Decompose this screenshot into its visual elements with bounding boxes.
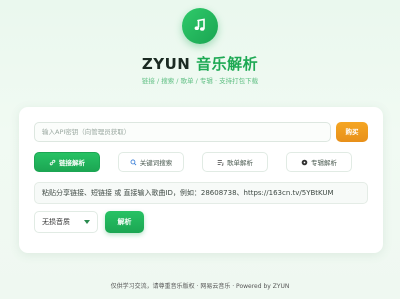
logo-badge xyxy=(182,8,218,44)
share-link-input[interactable]: 粘贴分享链接、短链接 或 直接输入歌曲ID，例如：28608738、https:… xyxy=(34,182,368,204)
tab-label: 歌单解析 xyxy=(227,159,253,167)
footer-text: 仅供学习交流，请尊重音乐版权 · 网易云音乐 · Powered by ZYUN xyxy=(110,283,290,290)
tab-link-parse[interactable]: 链接解析 xyxy=(34,152,100,172)
brand-name: ZYUN xyxy=(141,55,191,73)
parse-button[interactable]: 解析 xyxy=(105,211,144,233)
brand-suffix: 音乐解析 xyxy=(196,55,259,73)
quality-selected: 无损音质 xyxy=(42,218,70,226)
tagline: 链接 / 搜索 / 歌单 / 专辑 · 支持打包下载 xyxy=(141,77,259,85)
parser-card: 输入API密钥（向管理员获取） 购买 链接解析 关键词搜索 歌单解析 专辑解析 … xyxy=(19,107,383,253)
page-title: ZYUN 音乐解析 xyxy=(0,53,400,74)
tab-label: 链接解析 xyxy=(59,159,85,167)
quality-select[interactable]: 无损音质 xyxy=(34,211,98,233)
tab-album-parse[interactable]: 专辑解析 xyxy=(286,152,352,172)
link-icon xyxy=(49,159,56,165)
tab-keyword-search[interactable]: 关键词搜索 xyxy=(118,152,184,172)
chevron-down-icon xyxy=(84,220,90,224)
tab-label: 专辑解析 xyxy=(311,159,337,167)
buy-button[interactable]: 购买 xyxy=(336,122,368,142)
api-key-input[interactable]: 输入API密钥（向管理员获取） xyxy=(34,122,331,142)
tab-playlist-parse[interactable]: 歌单解析 xyxy=(202,152,268,172)
album-disc-icon xyxy=(301,159,308,165)
search-icon xyxy=(130,159,137,165)
music-note-icon xyxy=(194,18,205,31)
playlist-icon xyxy=(217,159,224,166)
tab-label: 关键词搜索 xyxy=(139,159,173,167)
